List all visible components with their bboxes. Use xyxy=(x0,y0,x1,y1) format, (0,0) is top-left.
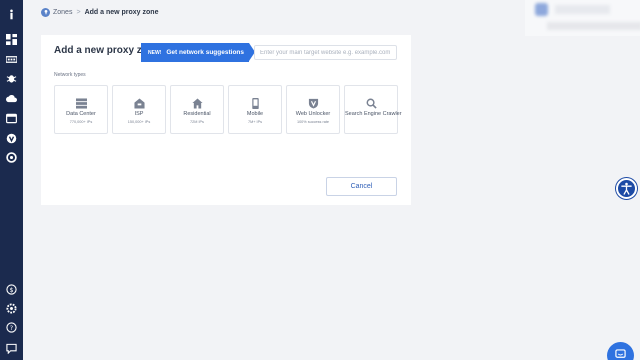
accessibility-button[interactable] xyxy=(616,178,637,199)
help-icon[interactable]: ? xyxy=(5,321,17,333)
messages-icon[interactable] xyxy=(5,342,17,354)
network-type-mobile[interactable]: Mobile 7M+ IPs xyxy=(228,85,282,134)
breadcrumb-separator: > xyxy=(76,8,81,16)
settings-icon[interactable] xyxy=(5,302,17,314)
network-type-residential[interactable]: Residential 72M IPs xyxy=(170,85,224,134)
network-type-name: ISP xyxy=(134,111,144,117)
network-icon[interactable] xyxy=(5,53,17,65)
server-icon xyxy=(75,97,87,109)
network-type-search-engine-crawler[interactable]: Search Engine Crawler xyxy=(344,85,402,134)
network-type-sub: 770,000+ IPs xyxy=(69,120,93,124)
svg-text:$: $ xyxy=(9,285,13,293)
magnifier-icon xyxy=(365,97,377,109)
network-type-sub: 72M IPs xyxy=(190,120,204,124)
browser-icon[interactable] xyxy=(5,112,17,124)
unlocker-shield-icon xyxy=(307,97,319,109)
network-type-sub: 100% success rate xyxy=(296,120,330,124)
target-website-input[interactable] xyxy=(254,45,397,60)
network-type-sub: 7M+ IPs xyxy=(247,120,263,124)
support-icon[interactable] xyxy=(5,151,17,163)
chat-launcher-button[interactable] xyxy=(607,342,634,360)
mobile-icon xyxy=(249,97,261,109)
network-type-isp[interactable]: ISP 150,000+ IPs xyxy=(112,85,166,134)
zones-pin-icon xyxy=(41,7,50,17)
breadcrumb-zones-link[interactable]: Zones xyxy=(53,9,72,16)
chat-icon xyxy=(615,349,626,358)
network-type-sub: 150,000+ IPs xyxy=(127,120,151,124)
svg-text:?: ? xyxy=(9,323,12,331)
network-type-name: Residential xyxy=(183,111,211,117)
dashboard-icon[interactable] xyxy=(5,33,17,45)
cloud-icon[interactable] xyxy=(5,92,17,104)
isp-building-icon xyxy=(133,97,145,109)
account-meta xyxy=(547,22,640,30)
info-icon[interactable] xyxy=(5,8,17,20)
new-badge: NEW! xyxy=(148,49,162,56)
house-icon xyxy=(191,97,203,109)
unlocker-icon[interactable] xyxy=(5,132,17,144)
cancel-button[interactable]: Cancel xyxy=(326,177,397,196)
suggest-label: Get network suggestions xyxy=(166,49,244,56)
network-type-name: Mobile xyxy=(246,111,264,117)
account-area[interactable] xyxy=(525,0,640,36)
accessibility-icon xyxy=(621,182,632,195)
account-avatar[interactable] xyxy=(535,3,548,16)
get-network-suggestions-button[interactable]: NEW! Get network suggestions xyxy=(141,43,255,62)
billing-icon[interactable]: $ xyxy=(5,283,17,295)
add-zone-card: Add a new proxy zone NEW! Get network su… xyxy=(41,35,411,205)
network-type-name: Search Engine Crawler xyxy=(345,111,402,117)
network-type-name: Web Unlocker xyxy=(295,111,331,117)
breadcrumb: Zones > Add a new proxy zone xyxy=(41,6,158,18)
account-info xyxy=(555,5,610,14)
network-type-web-unlocker[interactable]: Web Unlocker 100% success rate xyxy=(286,85,340,134)
bug-icon[interactable] xyxy=(5,72,17,84)
network-type-name: Data Center xyxy=(66,111,96,117)
breadcrumb-current: Add a new proxy zone xyxy=(84,8,159,16)
sidebar-rail: $ ? xyxy=(0,0,23,360)
network-type-data-center[interactable]: Data Center 770,000+ IPs xyxy=(54,85,108,134)
network-types-label: Network types xyxy=(54,72,86,78)
